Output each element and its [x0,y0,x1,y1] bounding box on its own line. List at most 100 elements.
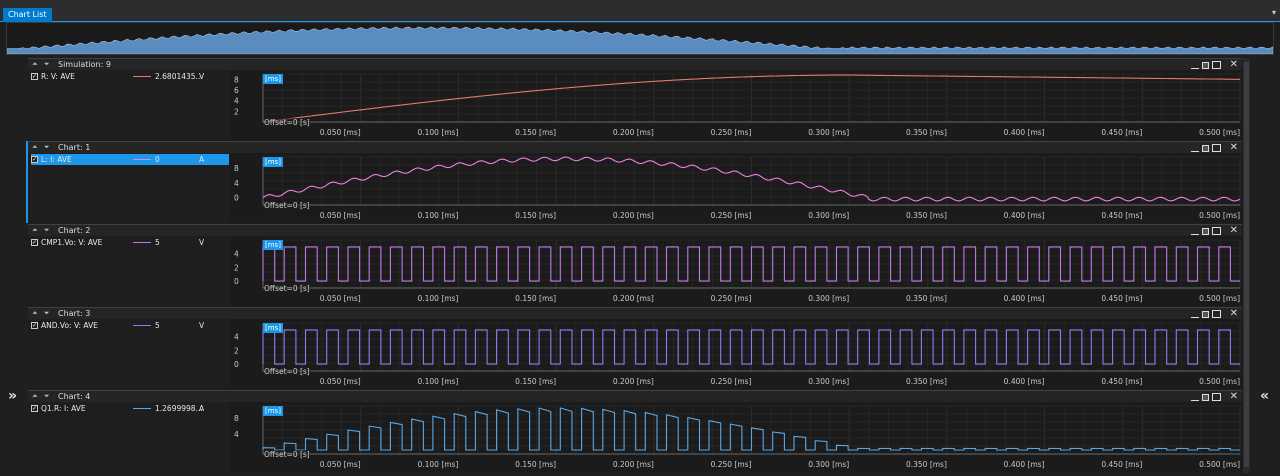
signal-list: ✓ Q1.R: I: AVE 1.2699998... A [28,402,230,472]
move-panel-arrows-icon[interactable]: ⏶ ⏷ [32,142,51,153]
signal-color-swatch [133,76,151,77]
minimize-icon[interactable] [1190,150,1199,152]
minimize-icon[interactable] [1190,233,1199,235]
waveform-canvas: 4 2 0 0.050 [ms] 0.100 [ms] 0.150 [ms] 0.200 [… [234,239,1241,303]
waveform-plot[interactable]: 4 2 0 0.050 [ms] 0.100 [ms] 0.150 [ms] 0.200 [… [230,236,1242,306]
x-tick-label: 0.150 [ms] [515,211,556,220]
chart-panel[interactable]: ⏶ ⏷ Chart: 3 ✕ ✓ AND.Vo: V: AVE 5 V 4 2 0 0.050 [m… [28,307,1242,389]
x-tick-label: 0.200 [ms] [613,211,654,220]
x-tick-label: 0.200 [ms] [613,294,654,303]
offset-label: Offset=0 [s] [264,118,310,127]
x-tick-label: 0.150 [ms] [515,294,556,303]
minimize-icon[interactable] [1190,316,1199,318]
maximize-icon[interactable] [1201,393,1209,401]
move-panel-arrows-icon[interactable]: ⏶ ⏷ [32,59,51,70]
time-unit-badge[interactable]: [ms] [263,323,283,333]
overview-strip[interactable] [6,22,1274,55]
tab-menu-icon[interactable]: ▾ [1272,8,1276,17]
x-tick-label: 0.100 [ms] [417,294,458,303]
signal-name: Q1.R: I: AVE [41,404,86,413]
x-tick-label: 0.350 [ms] [906,211,947,220]
close-panel-icon[interactable]: ✕ [1230,226,1238,236]
x-tick-label: 0.050 [ms] [320,211,361,220]
scrollbar-thumb[interactable] [1244,62,1249,467]
x-tick-label: 0.200 [ms] [613,377,654,386]
expand-left-icon[interactable]: » [8,388,17,404]
minimize-icon[interactable] [1190,399,1199,401]
signal-row[interactable]: ✓ AND.Vo: V: AVE 5 V [31,320,229,331]
signal-checkbox[interactable]: ✓ [31,73,38,80]
chart-panel[interactable]: ⏶ ⏷ Simulation: 9 ✕ ✓ R: V: AVE 2.6801435... V… [28,58,1242,140]
move-panel-arrows-icon[interactable]: ⏶ ⏷ [32,391,51,402]
x-tick-label: 0.450 [ms] [1101,294,1142,303]
waveform-canvas: 4 2 0 0.050 [ms] 0.100 [ms] 0.150 [ms] 0.200 [… [234,322,1241,386]
tab-chart-list[interactable]: Chart List [3,8,52,22]
waveform-plot[interactable]: 8 6 4 2 0.050 [ms] 0.100 [ms] 0.150 [ms] 0.200 … [230,70,1242,140]
move-panel-arrows-icon[interactable]: ⏶ ⏷ [32,308,51,319]
move-panel-arrows-icon[interactable]: ⏶ ⏷ [32,225,51,236]
fit-axis-icon[interactable] [1211,227,1221,235]
x-tick-label: 0.400 [ms] [1004,294,1045,303]
maximize-icon[interactable] [1201,310,1209,318]
signal-checkbox[interactable]: ✓ [31,156,38,163]
x-tick-label: 0.100 [ms] [417,211,458,220]
fit-axis-icon[interactable] [1211,393,1221,401]
x-tick-label: 0.350 [ms] [906,294,947,303]
signal-list: ✓ L: I: AVE 0 A [28,153,230,223]
panel-header[interactable]: ⏶ ⏷ Chart: 3 ✕ [28,307,1242,319]
fit-axis-icon[interactable] [1211,61,1221,69]
close-panel-icon[interactable]: ✕ [1230,392,1238,402]
signal-checkbox[interactable]: ✓ [31,322,38,329]
fit-axis-icon[interactable] [1211,144,1221,152]
panel-header[interactable]: ⏶ ⏷ Chart: 4 ✕ [28,390,1242,402]
signal-checkbox[interactable]: ✓ [31,239,38,246]
x-tick-label: 0.250 [ms] [711,377,752,386]
waveform-plot[interactable]: 8 4 0 0.050 [ms] 0.100 [ms] 0.150 [ms] 0.200 [… [230,153,1242,223]
time-unit-badge[interactable]: [ms] [263,406,283,416]
offset-label: Offset=0 [s] [264,284,310,293]
signal-value: 5 [155,238,160,247]
fit-axis-icon[interactable] [1211,310,1221,318]
vertical-scrollbar[interactable] [1243,58,1250,473]
y-tick-label: 8 [234,414,239,423]
waveform-plot[interactable]: 4 2 0 0.050 [ms] 0.100 [ms] 0.150 [ms] 0.200 [… [230,319,1242,389]
x-tick-label: 0.050 [ms] [320,377,361,386]
signal-unit: V [199,238,205,247]
time-unit-badge[interactable]: [ms] [263,240,283,250]
signal-list: ✓ AND.Vo: V: AVE 5 V [28,319,230,389]
y-tick-label: 8 [234,164,239,173]
minimize-icon[interactable] [1190,67,1199,69]
close-panel-icon[interactable]: ✕ [1230,143,1238,153]
x-tick-label: 0.500 [ms] [1199,460,1240,469]
signal-row[interactable]: ✓ CMP1.Vo: V: AVE 5 V [31,237,229,248]
x-tick-label: 0.200 [ms] [613,460,654,469]
y-tick-label: 0 [234,360,239,369]
waveform-plot[interactable]: 8 4 0.050 [ms] 0.100 [ms] 0.150 [ms] 0.200 [m… [230,402,1242,472]
signal-checkbox[interactable]: ✓ [31,405,38,412]
signal-row[interactable]: ✓ R: V: AVE 2.6801435... V [31,71,229,82]
y-tick-label: 4 [234,250,239,259]
signal-row[interactable]: ✓ L: I: AVE 0 A [31,154,229,165]
chart-panel[interactable]: ⏶ ⏷ Chart: 2 ✕ ✓ CMP1.Vo: V: AVE 5 V 4 2 0 0.050 [… [28,224,1242,306]
close-panel-icon[interactable]: ✕ [1230,60,1238,70]
maximize-icon[interactable] [1201,227,1209,235]
signal-list: ✓ R: V: AVE 2.6801435... V [28,70,230,140]
panel-header[interactable]: ⏶ ⏷ Simulation: 9 ✕ [28,58,1242,70]
signal-list: ✓ CMP1.Vo: V: AVE 5 V [28,236,230,306]
maximize-icon[interactable] [1201,144,1209,152]
x-tick-label: 0.100 [ms] [417,377,458,386]
chart-panel[interactable]: ⏶ ⏷ Chart: 1 ✕ ✓ L: I: AVE 0 A 8 4 0 0.050 [ms] 0.1… [26,141,1242,223]
x-tick-label: 0.050 [ms] [320,294,361,303]
time-unit-badge[interactable]: [ms] [263,74,283,84]
time-unit-badge[interactable]: [ms] [263,157,283,167]
maximize-icon[interactable] [1201,61,1209,69]
collapse-right-icon[interactable]: « [1260,388,1269,404]
x-tick-label: 0.250 [ms] [711,460,752,469]
signal-unit: A [199,404,205,413]
x-tick-label: 0.500 [ms] [1199,211,1240,220]
panel-header[interactable]: ⏶ ⏷ Chart: 2 ✕ [28,224,1242,236]
panel-header[interactable]: ⏶ ⏷ Chart: 1 ✕ [28,141,1242,153]
signal-row[interactable]: ✓ Q1.R: I: AVE 1.2699998... A [31,403,229,414]
close-panel-icon[interactable]: ✕ [1230,309,1238,319]
chart-panel[interactable]: ⏶ ⏷ Chart: 4 ✕ ✓ Q1.R: I: AVE 1.2699998... A 8 4… [28,390,1242,472]
